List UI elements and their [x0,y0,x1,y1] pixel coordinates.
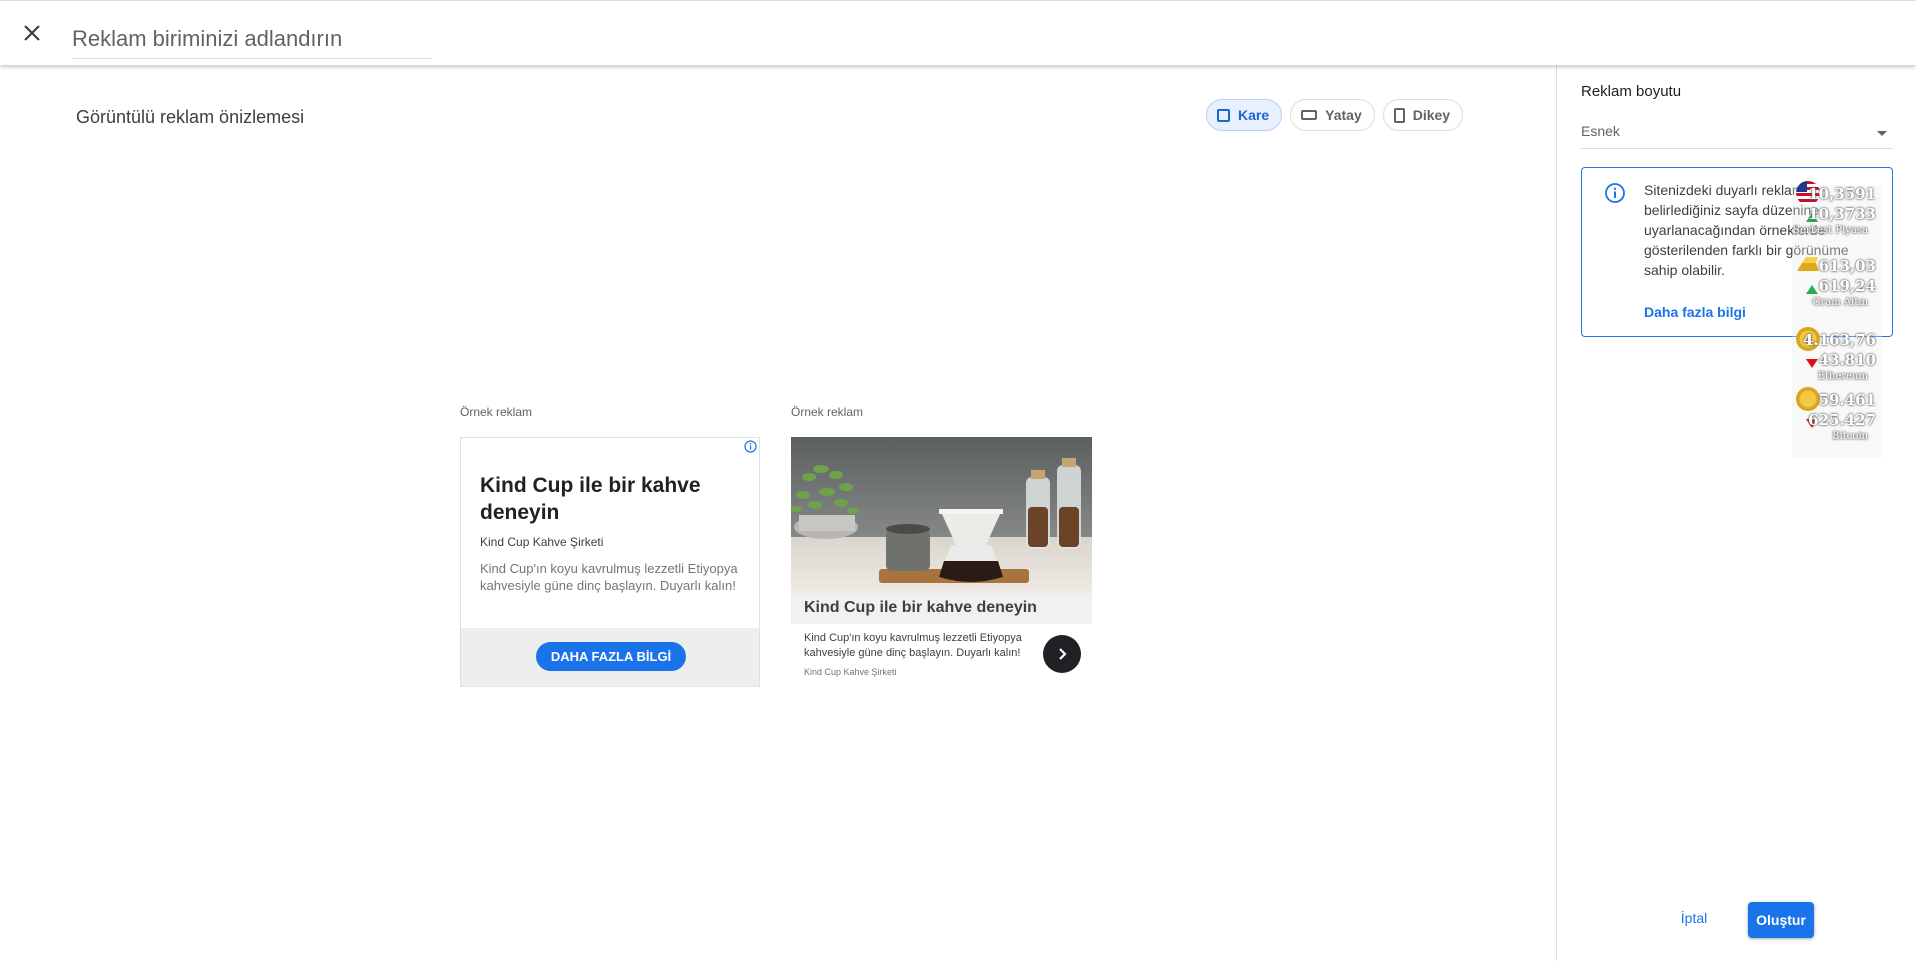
sample-ad-label: Örnek reklam [791,405,864,419]
dropdown-caret-icon [1877,131,1887,136]
ticker-name: Ethereum [1817,371,1868,382]
ticker-row: 613,03 619,24 Gram Altın [1792,257,1882,315]
ad-company: Kind Cup Kahve Şirketi [480,535,604,549]
ticker-value-buy: 59.461 [1818,391,1876,409]
ticker-row: 10,3591 10,3733 Serbest Piyasa [1792,181,1882,243]
sample-ad-text[interactable]: Kind Cup ile bir kahve deneyin Kind Cup … [460,437,760,687]
ad-size-value: Esnek [1581,123,1620,139]
ticker-value-buy: 10,3591 [1808,185,1876,203]
ticker-value-sell: 625.427 [1808,411,1876,429]
ad-headline: Kind Cup ile bir kahve deneyin [804,599,1037,616]
shape-chip-landscape[interactable]: Yatay [1290,99,1375,131]
sample-ad-label: Örnek reklam [460,405,533,419]
ticker-value-sell: 619,24 [1818,277,1876,295]
ad-description: Kind Cup'ın koyu kavrulmuş lezzetli Etiy… [480,561,738,593]
ad-footer: DAHA FAZLA BİLGİ [461,628,759,686]
shape-chip-portrait[interactable]: Dikey [1382,99,1464,131]
info-icon [1605,183,1625,203]
ad-headline-band: Kind Cup ile bir kahve deneyin [791,593,1092,624]
ad-size-title: Reklam boyutu [1581,83,1682,100]
shape-chip-label: Yatay [1325,107,1362,123]
ticker-name: Bitcoin [1832,431,1868,442]
landscape-icon [1301,110,1318,120]
ticker-name: Gram Altın [1812,297,1868,308]
ad-company: Kind Cup Kahve Şirketi [804,667,897,677]
preview-area: Görüntülü reklam önizlemesi Kare Yatay D… [0,65,1556,961]
learn-more-link[interactable]: Daha fazla bilgi [1644,304,1746,320]
top-bar [0,0,1916,65]
ticker-row: 59.461 625.427 Bitcoin [1792,387,1882,449]
currency-ticker-widget: 10,3591 10,3733 Serbest Piyasa 613,03 61… [1792,181,1882,458]
ad-unit-name-input[interactable] [72,19,432,59]
ticker-value-buy: 613,03 [1818,257,1876,275]
ad-description: Kind Cup'ın koyu kavrulmuş lezzetli Etiy… [804,632,1022,659]
ticker-name: Serbest Piyasa [1793,225,1868,236]
cancel-button[interactable]: İptal [1667,903,1721,933]
ticker-value-buy: 4.163,76 [1802,331,1876,349]
preview-title: Görüntülü reklam önizlemesi [76,107,305,127]
ticker-row: 4.163,76 43.810 Ethereum [1792,327,1882,389]
sample-ad-image[interactable]: Kind Cup ile bir kahve deneyin Kind Cup'… [791,437,1092,687]
ticker-value-sell: 43.810 [1818,351,1876,369]
shape-chip-square[interactable]: Kare [1206,99,1283,131]
create-button[interactable]: Oluştur [1748,902,1814,938]
ticker-value-sell: 10,3733 [1808,205,1876,223]
trend-up-icon [1806,285,1818,294]
ad-size-select[interactable]: Esnek [1581,119,1893,149]
coffee-photo [791,437,1092,593]
learn-more-button[interactable]: DAHA FAZLA BİLGİ [536,642,686,671]
ad-headline: Kind Cup ile bir kahve deneyin [480,474,701,524]
shape-chip-label: Dikey [1412,107,1451,123]
close-icon[interactable] [20,21,44,45]
portrait-icon [1393,107,1405,123]
ad-choices-info-icon[interactable] [744,440,757,453]
shape-chip-label: Kare [1238,107,1270,123]
trend-down-icon [1806,359,1818,368]
shape-toggle-group: Kare Yatay Dikey [1206,99,1464,131]
chevron-right-icon[interactable] [1043,635,1081,673]
square-icon [1217,108,1230,122]
